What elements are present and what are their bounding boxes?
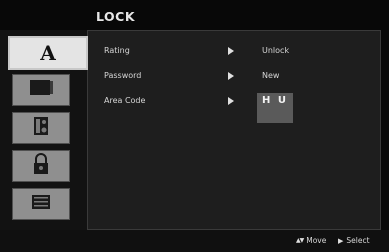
- area-code-value: H U: [262, 95, 288, 106]
- password-row[interactable]: Password New: [88, 68, 382, 84]
- rating-arrow-icon: [228, 47, 234, 55]
- select-hint: ▶ Select: [338, 234, 370, 248]
- area-code-arrow-icon: [228, 97, 234, 105]
- tv-icon: [28, 79, 54, 101]
- area-code-row[interactable]: Area Code: [88, 93, 382, 109]
- others-icon: [29, 193, 53, 215]
- rating-row[interactable]: Rating Unlock: [88, 43, 382, 59]
- area-code-input[interactable]: H U: [257, 93, 293, 123]
- move-hint: ▲▼ Move: [296, 234, 326, 248]
- password-arrow-icon: [228, 72, 234, 80]
- padlock-icon: [32, 153, 50, 179]
- right-arrow-icon: ▶: [338, 237, 344, 245]
- rating-value: Unlock: [262, 46, 290, 55]
- footer-bar: ▲▼ Move ▶ Select: [0, 230, 389, 252]
- speaker-icon: [31, 116, 51, 140]
- category-tabs: A: [0, 30, 88, 230]
- area-code-label: Area Code: [104, 96, 146, 105]
- tab-language[interactable]: A: [8, 36, 88, 70]
- tab-lock[interactable]: [12, 150, 70, 182]
- updown-arrow-icon: ▲▼: [296, 237, 304, 244]
- rating-label: Rating: [104, 46, 130, 55]
- password-label: Password: [104, 71, 142, 80]
- disc-icon: A: [40, 41, 56, 65]
- settings-panel: Rating Unlock Password New Area Code H U: [87, 30, 381, 230]
- move-label: Move: [306, 236, 327, 245]
- select-label: Select: [346, 236, 370, 245]
- tab-others[interactable]: [12, 188, 70, 220]
- tab-display[interactable]: [12, 74, 70, 106]
- tab-audio[interactable]: [12, 112, 70, 144]
- password-value: New: [262, 71, 280, 80]
- page-title: LOCK: [96, 9, 136, 24]
